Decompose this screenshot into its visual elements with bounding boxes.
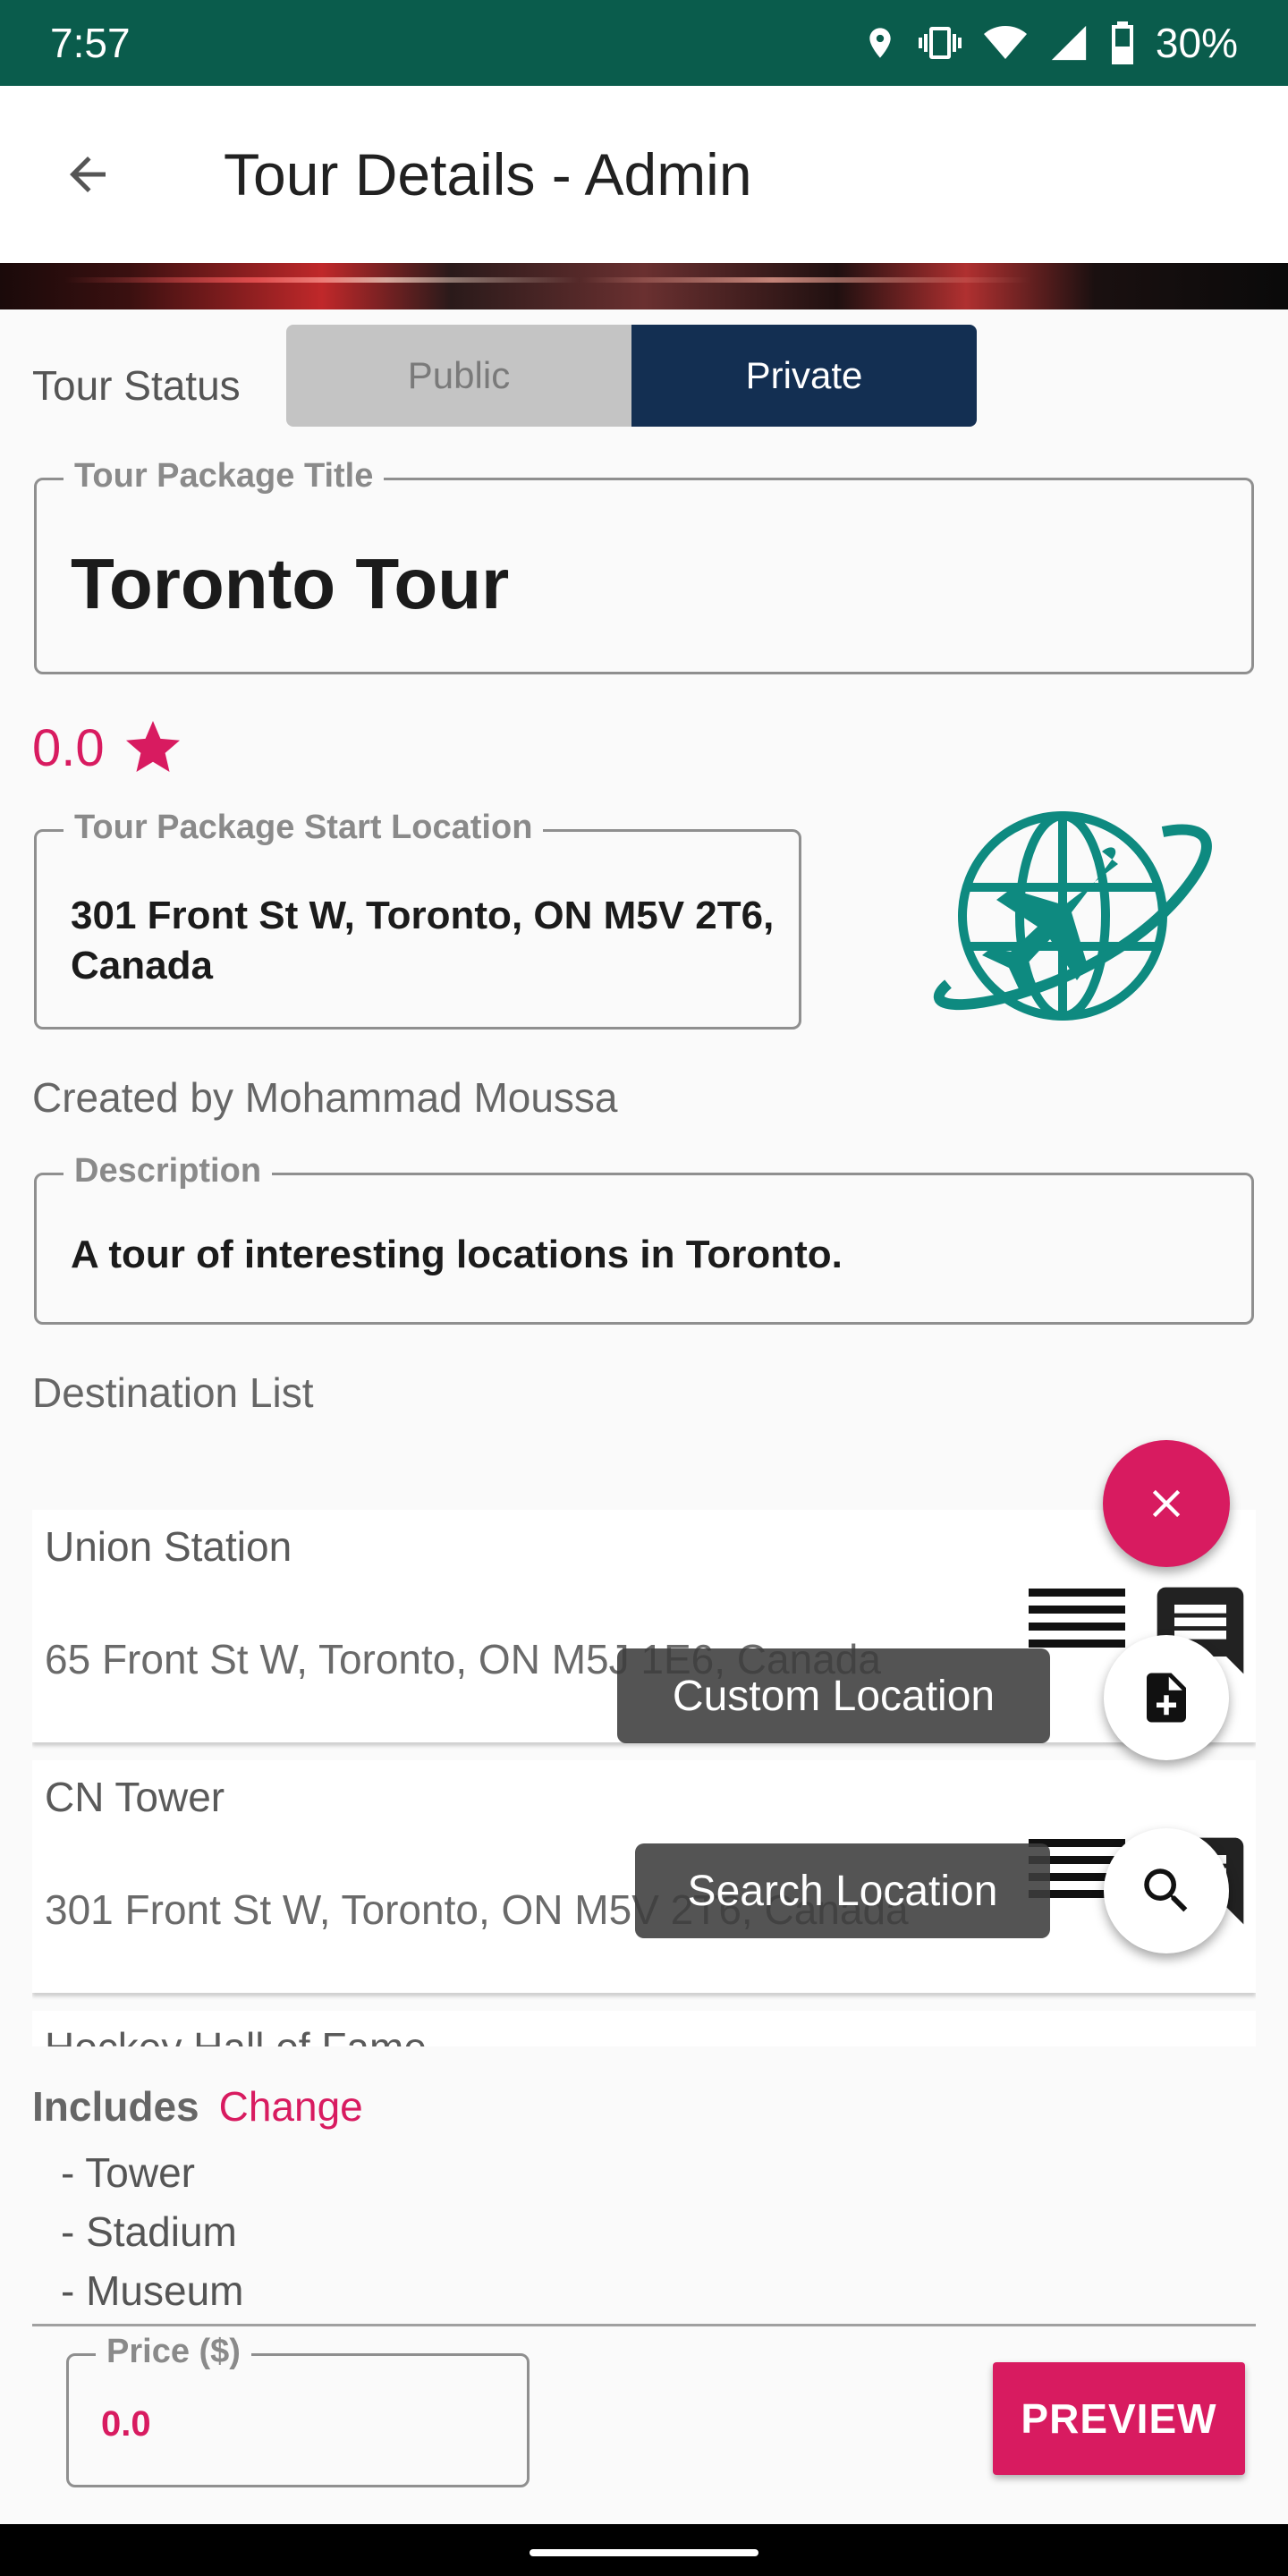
start-location-field[interactable]: Tour Package Start Location 301 Front St…	[34, 809, 801, 1030]
back-button[interactable]	[43, 130, 132, 219]
status-private-option[interactable]: Private	[631, 325, 977, 427]
includes-change-link[interactable]: Change	[219, 2083, 363, 2130]
status-icons: 30%	[862, 19, 1238, 67]
price-label: Price ($)	[96, 2333, 251, 2371]
description-field[interactable]: Description A tour of interesting locati…	[34, 1152, 1254, 1325]
preview-button[interactable]: PREVIEW	[993, 2362, 1245, 2475]
globe-plane-icon[interactable]	[912, 805, 1222, 1036]
search-icon	[1144, 1868, 1188, 1912]
star-icon	[125, 721, 180, 772]
app-bar: Tour Details - Admin	[0, 86, 1288, 263]
description-value[interactable]: A tour of interesting locations in Toron…	[71, 1233, 843, 1277]
includes-title: Includes	[32, 2083, 199, 2130]
tour-title-label: Tour Package Title	[64, 457, 385, 496]
destination-name: Union Station	[45, 1523, 292, 1570]
tour-status-toggle: Public Private	[286, 325, 977, 427]
includes-item: - Tower	[61, 2149, 195, 2196]
hero-image	[0, 263, 1288, 309]
price-field[interactable]: Price ($) 0.0	[66, 2333, 530, 2487]
page-title: Tour Details - Admin	[224, 141, 752, 208]
home-indicator[interactable]	[530, 2549, 758, 2556]
tour-title-field[interactable]: Tour Package Title Toronto Tour	[34, 457, 1254, 674]
search-location-button[interactable]	[1104, 1828, 1229, 1953]
arrow-back-icon	[70, 157, 106, 192]
start-location-label: Tour Package Start Location	[64, 809, 544, 847]
status-public-option[interactable]: Public	[286, 325, 631, 427]
divider	[32, 2324, 1256, 2326]
tour-title-value[interactable]: Toronto Tour	[71, 543, 509, 625]
wifi-icon	[983, 26, 1027, 59]
search-location-tooltip[interactable]: Search Location	[635, 1843, 1050, 1938]
tour-status-label: Tour Status	[32, 362, 241, 409]
description-label: Description	[64, 1152, 273, 1191]
battery-icon	[1111, 21, 1133, 64]
destination-list-label: Destination List	[32, 1369, 314, 1416]
destination-name: CN Tower	[45, 1774, 225, 1820]
custom-location-button[interactable]	[1104, 1635, 1229, 1760]
includes-header: Includes Change	[32, 2082, 363, 2131]
list-item[interactable]: Hockey Hall of Fame	[32, 2011, 1256, 2046]
vibrate-icon	[918, 27, 962, 59]
status-bar: 7:57 30%	[0, 0, 1288, 86]
close-speed-dial-button[interactable]	[1103, 1440, 1230, 1567]
destination-name: Hockey Hall of Fame	[45, 2023, 427, 2046]
destination-list[interactable]: Union Station 65 Front St W, Toronto, ON…	[32, 1503, 1256, 2046]
signal-icon	[1051, 25, 1087, 61]
includes-item: - Museum	[61, 2267, 244, 2314]
custom-location-tooltip[interactable]: Custom Location	[617, 1648, 1050, 1743]
start-location-value[interactable]: 301 Front St W, Toronto, ON M5V 2T6, Can…	[71, 891, 786, 991]
status-time: 7:57	[50, 20, 131, 66]
includes-list: - Tower - Stadium - Museum	[61, 2143, 243, 2320]
close-icon	[1152, 1489, 1181, 1518]
rating-value: 0.0	[32, 718, 105, 777]
includes-item: - Stadium	[61, 2208, 237, 2255]
battery-percent: 30%	[1155, 20, 1238, 66]
note-add-icon	[1147, 1673, 1186, 1723]
rating: 0.0	[32, 716, 185, 780]
price-value[interactable]: 0.0	[101, 2404, 151, 2445]
created-by: Created by Mohammad Moussa	[32, 1074, 618, 1121]
location-icon	[869, 28, 891, 58]
